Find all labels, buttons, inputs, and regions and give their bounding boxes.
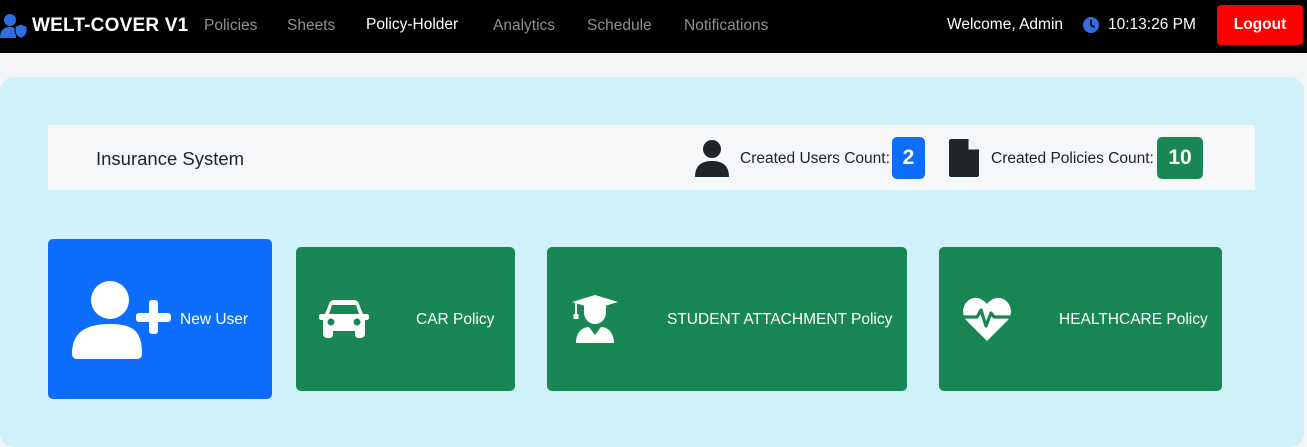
- car-policy-label: CAR Policy: [416, 311, 495, 328]
- heart-pulse-icon: [963, 297, 1011, 341]
- users-count-label: Created Users Count:: [740, 150, 890, 167]
- car-icon: [319, 300, 369, 338]
- new-user-label: New User: [180, 311, 249, 328]
- student-attachment-policy-card[interactable]: STUDENT ATTACHMENT Policy: [547, 247, 907, 391]
- clock-icon: [1083, 17, 1099, 33]
- welcome-text: Welcome, Admin: [947, 16, 1064, 33]
- nav-notifications[interactable]: Notifications: [684, 17, 768, 35]
- car-policy-card[interactable]: CAR Policy: [296, 247, 515, 391]
- top-navbar: WELT-COVER V1 Policies Sheets Policy-Hol…: [0, 0, 1307, 53]
- nav-sheets[interactable]: Sheets: [287, 17, 335, 35]
- brand-title: WELT-COVER V1: [32, 15, 189, 36]
- system-title: Insurance System: [96, 148, 245, 169]
- graduate-icon: [572, 295, 618, 343]
- logout-button[interactable]: Logout: [1217, 5, 1303, 45]
- brand[interactable]: WELT-COVER V1: [0, 13, 188, 39]
- new-user-card[interactable]: New User: [48, 239, 272, 399]
- healthcare-policy-label: HEALTHCARE Policy: [1059, 311, 1208, 328]
- policies-count-label: Created Policies Count:: [991, 150, 1154, 167]
- nav-schedule[interactable]: Schedule: [587, 17, 652, 35]
- user-icon: [695, 140, 729, 177]
- policies-count-badge: 10: [1157, 137, 1203, 179]
- nav-policies[interactable]: Policies: [204, 17, 257, 35]
- nav-analytics[interactable]: Analytics: [493, 17, 555, 35]
- file-icon: [949, 139, 979, 177]
- user-plus-icon: [72, 281, 171, 359]
- healthcare-policy-card[interactable]: HEALTHCARE Policy: [939, 247, 1222, 391]
- users-count-badge: 2: [892, 137, 925, 179]
- student-attachment-policy-label: STUDENT ATTACHMENT Policy: [667, 311, 893, 328]
- nav-policy-holder[interactable]: Policy-Holder: [366, 16, 458, 34]
- clock-time: 10:13:26 PM: [1108, 16, 1196, 33]
- user-shield-icon: [0, 14, 28, 39]
